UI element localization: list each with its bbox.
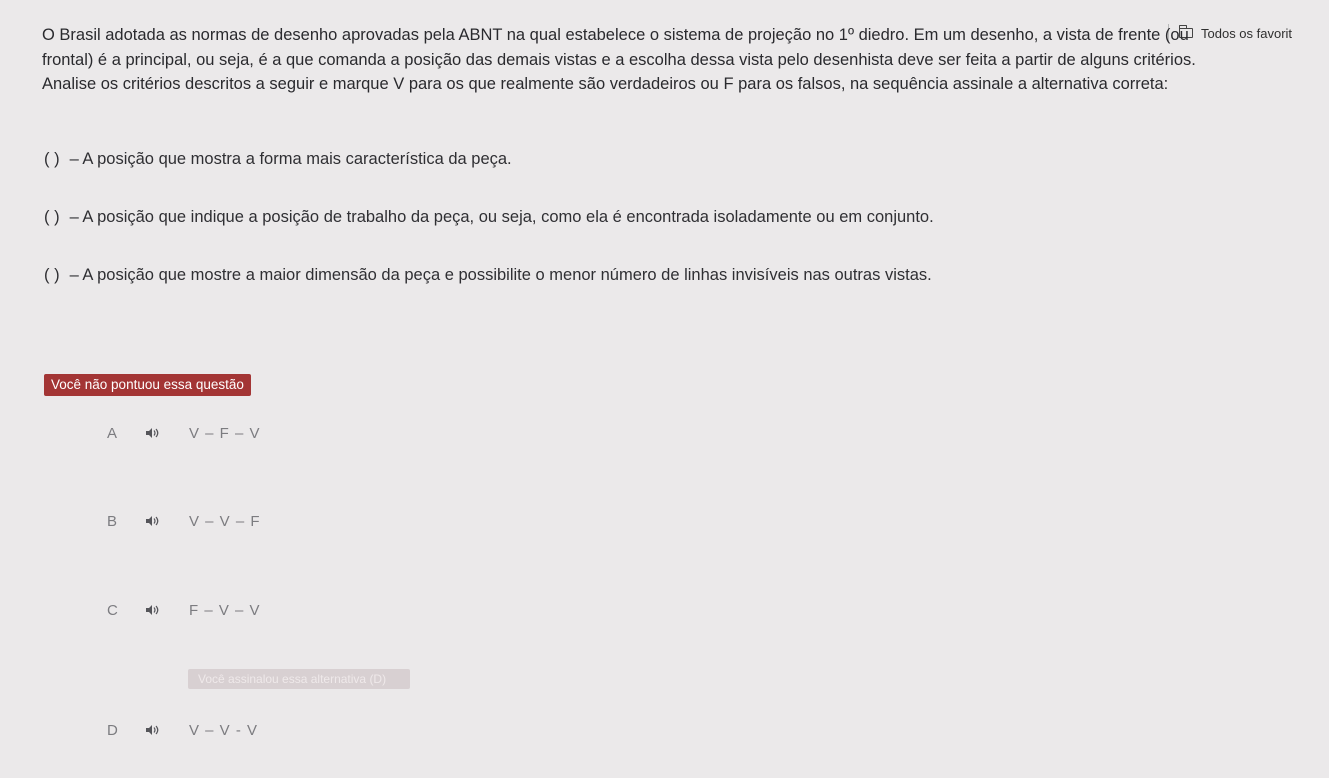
question-text: O Brasil adotada as normas de desenho ap…	[42, 23, 1312, 97]
criterion-text: – A posição que mostre a maior dimensão …	[69, 266, 932, 284]
criterion-1: ( ) – A posição que mostra a forma mais c…	[44, 150, 512, 169]
result-badge: Você não pontuou essa questão	[44, 374, 251, 396]
criterion-box: ( )	[44, 208, 60, 226]
question-line: O Brasil adotada as normas de desenho ap…	[42, 26, 1189, 44]
criterion-text: – A posição que mostra a forma mais cara…	[69, 150, 512, 168]
option-d[interactable]: D V – V - V	[107, 718, 258, 742]
question-line: frontal) é a principal, ou seja, é a que…	[42, 50, 1196, 69]
criterion-box: ( )	[44, 150, 60, 168]
option-value: F – V – V	[189, 601, 261, 619]
option-b[interactable]: B V – V – F	[107, 509, 261, 533]
criterion-2: ( ) – A posição que indique a posição de …	[44, 208, 934, 227]
option-value: V – V – F	[189, 512, 261, 530]
question-line: Analise os critérios descritos a seguir …	[42, 75, 1169, 93]
option-letter: D	[107, 721, 118, 739]
option-value: V – F – V	[189, 424, 261, 442]
selected-answer-badge: Você assinalou essa alternativa (D)	[188, 669, 410, 689]
criterion-text: – A posição que indique a posição de tra…	[69, 208, 934, 226]
option-letter: C	[107, 601, 118, 619]
criterion-box: ( )	[44, 266, 60, 284]
speaker-icon[interactable]	[145, 515, 159, 527]
option-a[interactable]: A V – F – V	[107, 421, 261, 445]
option-letter: B	[107, 512, 118, 530]
criterion-3: ( ) – A posição que mostre a maior dimens…	[44, 266, 932, 285]
option-letter: A	[107, 424, 118, 442]
option-c[interactable]: C F – V – V	[107, 598, 261, 622]
speaker-icon[interactable]	[145, 724, 159, 736]
option-value: V – V - V	[189, 721, 259, 739]
speaker-icon[interactable]	[145, 604, 159, 616]
speaker-icon[interactable]	[145, 427, 159, 439]
